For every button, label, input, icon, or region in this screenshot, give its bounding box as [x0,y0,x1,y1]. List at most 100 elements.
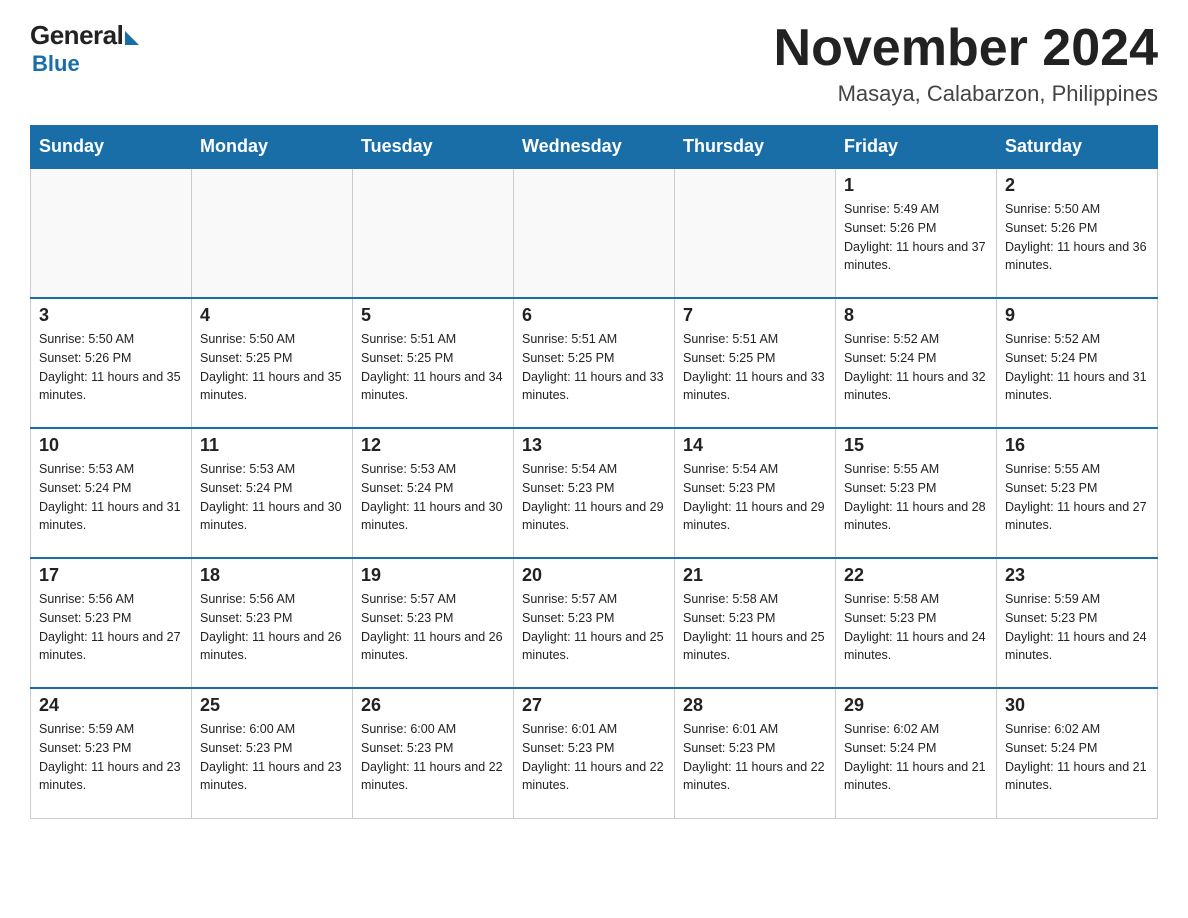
calendar-cell: 15 Sunrise: 5:55 AMSunset: 5:23 PMDayligh… [836,428,997,558]
day-info: Sunrise: 5:55 AMSunset: 5:23 PMDaylight:… [844,460,988,535]
day-number: 17 [39,565,183,586]
calendar-week-row: 3 Sunrise: 5:50 AMSunset: 5:26 PMDaylight… [31,298,1158,428]
calendar-cell: 23 Sunrise: 5:59 AMSunset: 5:23 PMDayligh… [997,558,1158,688]
calendar-cell [514,168,675,298]
day-info: Sunrise: 6:01 AMSunset: 5:23 PMDaylight:… [683,720,827,795]
day-number: 7 [683,305,827,326]
calendar-cell: 16 Sunrise: 5:55 AMSunset: 5:23 PMDayligh… [997,428,1158,558]
day-number: 15 [844,435,988,456]
calendar-week-row: 17 Sunrise: 5:56 AMSunset: 5:23 PMDayligh… [31,558,1158,688]
calendar-cell: 8Sunrise: 5:52 AMSunset: 5:24 PMDaylight… [836,298,997,428]
calendar-cell [675,168,836,298]
calendar-cell: 13 Sunrise: 5:54 AMSunset: 5:23 PMDayligh… [514,428,675,558]
calendar-cell: 14 Sunrise: 5:54 AMSunset: 5:23 PMDayligh… [675,428,836,558]
day-info: Sunrise: 5:56 AMSunset: 5:23 PMDaylight:… [39,590,183,665]
calendar-cell: 19Sunrise: 5:57 AMSunset: 5:23 PMDayligh… [353,558,514,688]
calendar-cell: 2 Sunrise: 5:50 AMSunset: 5:26 PMDaylight… [997,168,1158,298]
day-number: 23 [1005,565,1149,586]
day-number: 2 [1005,175,1149,196]
day-info: Sunrise: 6:02 AMSunset: 5:24 PMDaylight:… [1005,720,1149,795]
day-number: 21 [683,565,827,586]
calendar-cell: 3 Sunrise: 5:50 AMSunset: 5:26 PMDaylight… [31,298,192,428]
day-info: Sunrise: 5:55 AMSunset: 5:23 PMDaylight:… [1005,460,1149,535]
calendar-cell: 12Sunrise: 5:53 AMSunset: 5:24 PMDayligh… [353,428,514,558]
calendar-cell: 4 Sunrise: 5:50 AMSunset: 5:25 PMDaylight… [192,298,353,428]
calendar-cell: 11Sunrise: 5:53 AMSunset: 5:24 PMDayligh… [192,428,353,558]
calendar-cell: 22 Sunrise: 5:58 AMSunset: 5:23 PMDayligh… [836,558,997,688]
day-info: Sunrise: 5:53 AMSunset: 5:24 PMDaylight:… [39,460,183,535]
calendar-cell: 21 Sunrise: 5:58 AMSunset: 5:23 PMDayligh… [675,558,836,688]
day-info: Sunrise: 5:52 AMSunset: 5:24 PMDaylight:… [1005,330,1149,405]
header-right: November 2024 Masaya, Calabarzon, Philip… [774,20,1158,107]
day-info: Sunrise: 5:54 AMSunset: 5:23 PMDaylight:… [683,460,827,535]
day-number: 9 [1005,305,1149,326]
day-number: 10 [39,435,183,456]
day-number: 18 [200,565,344,586]
day-number: 5 [361,305,505,326]
day-info: Sunrise: 5:53 AMSunset: 5:24 PMDaylight:… [361,460,505,535]
logo-blue-text: Blue [32,51,80,77]
location-subtitle: Masaya, Calabarzon, Philippines [774,81,1158,107]
day-number: 3 [39,305,183,326]
day-info: Sunrise: 5:50 AMSunset: 5:26 PMDaylight:… [1005,200,1149,275]
day-info: Sunrise: 5:49 AMSunset: 5:26 PMDaylight:… [844,200,988,275]
day-info: Sunrise: 5:51 AMSunset: 5:25 PMDaylight:… [683,330,827,405]
day-number: 30 [1005,695,1149,716]
day-info: Sunrise: 5:58 AMSunset: 5:23 PMDaylight:… [844,590,988,665]
calendar-header-row: SundayMondayTuesdayWednesdayThursdayFrid… [31,126,1158,169]
calendar-cell: 17 Sunrise: 5:56 AMSunset: 5:23 PMDayligh… [31,558,192,688]
calendar-cell: 9 Sunrise: 5:52 AMSunset: 5:24 PMDaylight… [997,298,1158,428]
calendar-cell: 20Sunrise: 5:57 AMSunset: 5:23 PMDayligh… [514,558,675,688]
day-number: 6 [522,305,666,326]
day-number: 14 [683,435,827,456]
day-number: 16 [1005,435,1149,456]
day-info: Sunrise: 5:58 AMSunset: 5:23 PMDaylight:… [683,590,827,665]
calendar-table: SundayMondayTuesdayWednesdayThursdayFrid… [30,125,1158,819]
day-info: Sunrise: 6:00 AMSunset: 5:23 PMDaylight:… [361,720,505,795]
day-info: Sunrise: 5:59 AMSunset: 5:23 PMDaylight:… [39,720,183,795]
calendar-cell: 6 Sunrise: 5:51 AMSunset: 5:25 PMDaylight… [514,298,675,428]
logo: General Blue [30,20,139,77]
day-info: Sunrise: 5:50 AMSunset: 5:25 PMDaylight:… [200,330,344,405]
weekday-header-wednesday: Wednesday [514,126,675,169]
page-header: General Blue November 2024 Masaya, Calab… [30,20,1158,107]
calendar-week-row: 10 Sunrise: 5:53 AMSunset: 5:24 PMDayligh… [31,428,1158,558]
day-number: 22 [844,565,988,586]
calendar-week-row: 24 Sunrise: 5:59 AMSunset: 5:23 PMDayligh… [31,688,1158,818]
calendar-cell [192,168,353,298]
day-number: 19 [361,565,505,586]
day-info: Sunrise: 6:02 AMSunset: 5:24 PMDaylight:… [844,720,988,795]
calendar-cell [353,168,514,298]
calendar-cell: 5Sunrise: 5:51 AMSunset: 5:25 PMDaylight… [353,298,514,428]
day-info: Sunrise: 5:52 AMSunset: 5:24 PMDaylight:… [844,330,988,405]
day-info: Sunrise: 6:01 AMSunset: 5:23 PMDaylight:… [522,720,666,795]
day-info: Sunrise: 5:57 AMSunset: 5:23 PMDaylight:… [522,590,666,665]
weekday-header-thursday: Thursday [675,126,836,169]
calendar-cell: 24 Sunrise: 5:59 AMSunset: 5:23 PMDayligh… [31,688,192,818]
calendar-cell: 18Sunrise: 5:56 AMSunset: 5:23 PMDayligh… [192,558,353,688]
calendar-cell: 10 Sunrise: 5:53 AMSunset: 5:24 PMDayligh… [31,428,192,558]
calendar-cell: 7 Sunrise: 5:51 AMSunset: 5:25 PMDaylight… [675,298,836,428]
calendar-cell [31,168,192,298]
calendar-cell: 29 Sunrise: 6:02 AMSunset: 5:24 PMDayligh… [836,688,997,818]
day-info: Sunrise: 5:51 AMSunset: 5:25 PMDaylight:… [522,330,666,405]
calendar-cell: 28 Sunrise: 6:01 AMSunset: 5:23 PMDayligh… [675,688,836,818]
day-info: Sunrise: 5:59 AMSunset: 5:23 PMDaylight:… [1005,590,1149,665]
day-number: 28 [683,695,827,716]
day-number: 25 [200,695,344,716]
day-number: 29 [844,695,988,716]
logo-triangle-icon [125,31,139,45]
day-number: 26 [361,695,505,716]
calendar-cell: 26 Sunrise: 6:00 AMSunset: 5:23 PMDayligh… [353,688,514,818]
day-number: 13 [522,435,666,456]
weekday-header-sunday: Sunday [31,126,192,169]
day-number: 11 [200,435,344,456]
day-info: Sunrise: 5:50 AMSunset: 5:26 PMDaylight:… [39,330,183,405]
weekday-header-tuesday: Tuesday [353,126,514,169]
month-year-title: November 2024 [774,20,1158,77]
day-info: Sunrise: 6:00 AMSunset: 5:23 PMDaylight:… [200,720,344,795]
day-number: 4 [200,305,344,326]
logo-general-text: General [30,20,123,51]
day-number: 24 [39,695,183,716]
day-info: Sunrise: 5:54 AMSunset: 5:23 PMDaylight:… [522,460,666,535]
